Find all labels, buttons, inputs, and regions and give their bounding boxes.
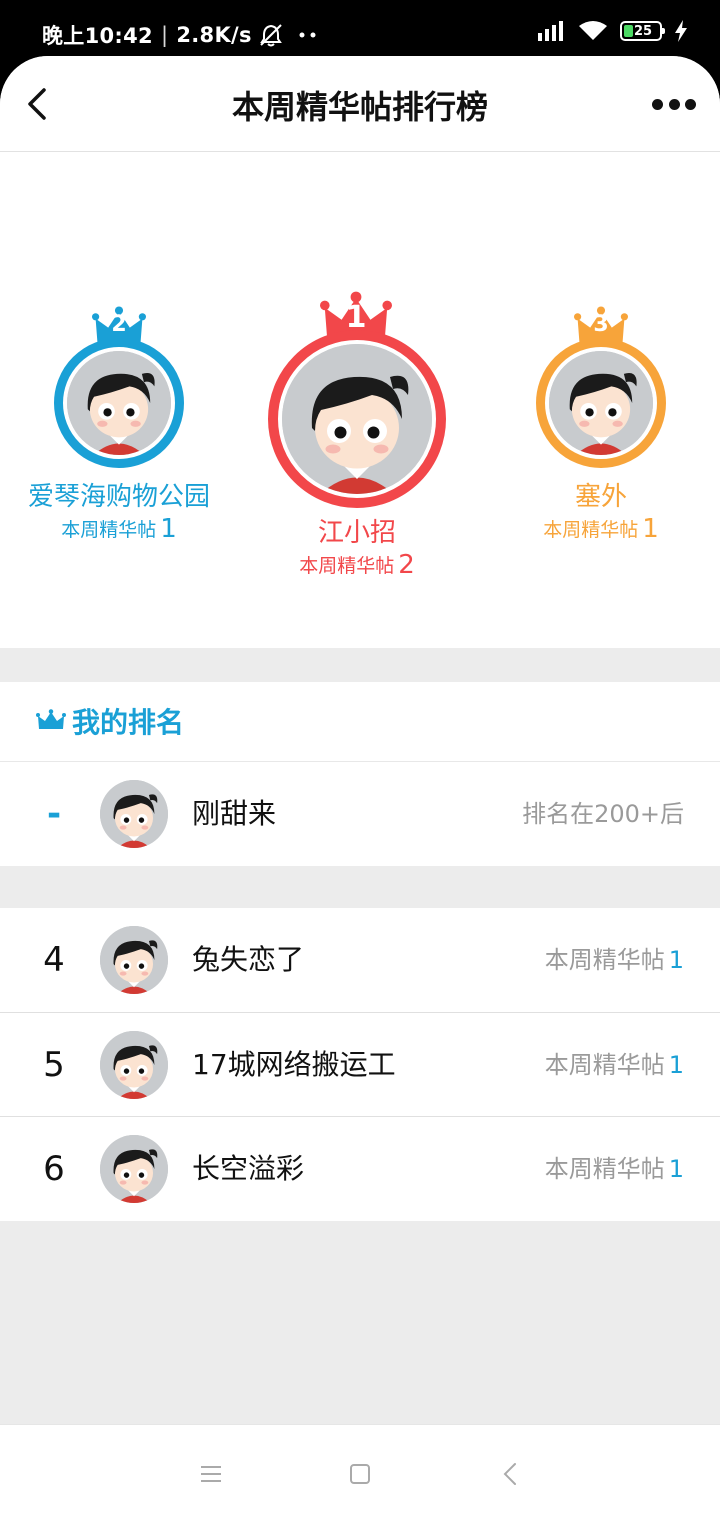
list-stat-count: 1 bbox=[668, 946, 684, 974]
podium-count: 1 bbox=[160, 514, 177, 544]
avatar bbox=[268, 330, 446, 508]
podium-sub-label: 本周精华帖 bbox=[299, 555, 395, 577]
signal-icon bbox=[538, 21, 563, 41]
podium-name: 塞外 bbox=[574, 482, 627, 512]
list-rank: 5 bbox=[43, 1045, 65, 1085]
list-item[interactable]: 6 长空溢彩 本周精华帖 1 bbox=[0, 1117, 720, 1221]
my-rank-name: 刚甜来 bbox=[192, 797, 277, 830]
my-rank-status: 排名在200+后 bbox=[522, 800, 684, 828]
wifi-icon bbox=[579, 21, 607, 40]
avatar bbox=[536, 338, 666, 468]
back-icon[interactable] bbox=[496, 1459, 526, 1489]
system-nav-bar bbox=[0, 1424, 720, 1520]
battery-level: 25 bbox=[634, 23, 653, 39]
my-rank-value: - bbox=[46, 794, 62, 834]
podium-count: 2 bbox=[398, 550, 415, 580]
podium-count: 1 bbox=[642, 514, 659, 544]
podium-sub-label: 本周精华帖 bbox=[61, 519, 157, 541]
list-name: 兔失恋了 bbox=[192, 943, 305, 976]
list-name: 长空溢彩 bbox=[192, 1152, 305, 1185]
muted-bell-icon bbox=[259, 24, 282, 47]
dots-icon bbox=[299, 32, 316, 38]
podium-name: 江小招 bbox=[317, 518, 396, 548]
list-stat: 本周精华帖 1 bbox=[545, 908, 684, 1012]
battery-icon: 25 bbox=[620, 21, 665, 41]
list-stat-label: 本周精华帖 bbox=[544, 1051, 665, 1079]
avatar bbox=[54, 338, 184, 468]
podium-sub-label: 本周精华帖 bbox=[543, 519, 639, 541]
list-item[interactable]: 4 兔失恋了 本周精华帖 1 bbox=[0, 908, 720, 1012]
avatar bbox=[100, 926, 168, 994]
my-rank-row[interactable]: - 刚甜来 排名在200+后 bbox=[0, 762, 720, 866]
more-dots-icon[interactable] bbox=[652, 86, 696, 122]
list-item[interactable]: 5 17城网络搬运工 本周精华帖 1 bbox=[0, 1013, 720, 1117]
status-time: 晚上10:42 bbox=[42, 24, 153, 48]
home-icon[interactable] bbox=[345, 1459, 375, 1489]
avatar bbox=[100, 780, 168, 848]
podium-sub: 本周精华帖 1 bbox=[0, 514, 238, 544]
list-stat: 本周精华帖 1 bbox=[545, 1117, 684, 1221]
charging-icon bbox=[675, 20, 687, 42]
podium-sub: 本周精华帖 1 bbox=[482, 514, 720, 544]
network-speed: 2.8K/s bbox=[176, 23, 252, 47]
menu-icon[interactable] bbox=[196, 1459, 226, 1489]
nav-bar: 本周精华帖排行榜 bbox=[0, 56, 720, 152]
avatar bbox=[100, 1031, 168, 1099]
crown-icon bbox=[36, 708, 66, 730]
podium-rank: 3 bbox=[593, 312, 609, 337]
list-name: 17城网络搬运工 bbox=[192, 1048, 396, 1081]
list-stat-count: 1 bbox=[668, 1155, 684, 1183]
podium-sub: 本周精华帖 2 bbox=[238, 550, 476, 580]
page-title: 本周精华帖排行榜 bbox=[231, 88, 488, 126]
list-stat-label: 本周精华帖 bbox=[544, 1155, 665, 1183]
avatar bbox=[100, 1135, 168, 1203]
list-stat: 本周精华帖 1 bbox=[545, 1013, 684, 1117]
podium-rank: 2 bbox=[111, 312, 127, 337]
my-rank-header: 我的排名 bbox=[0, 682, 720, 762]
my-rank-title: 我的排名 bbox=[72, 706, 185, 739]
list-rank: 6 bbox=[43, 1149, 65, 1189]
app-screen: 本周精华帖排行榜 2 爱琴海购物公园 本周精华帖 1 1 江小招 本周精华帖 2… bbox=[0, 56, 720, 1520]
crown-icon: 3 bbox=[574, 306, 628, 342]
list-rank: 4 bbox=[43, 940, 65, 980]
podium-name: 爱琴海购物公园 bbox=[27, 482, 210, 512]
list-stat-count: 1 bbox=[668, 1051, 684, 1079]
podium: 2 爱琴海购物公园 本周精华帖 1 1 江小招 本周精华帖 2 3 塞外 本周精… bbox=[0, 152, 720, 648]
list-stat-label: 本周精华帖 bbox=[544, 946, 665, 974]
crown-icon: 2 bbox=[92, 306, 146, 342]
